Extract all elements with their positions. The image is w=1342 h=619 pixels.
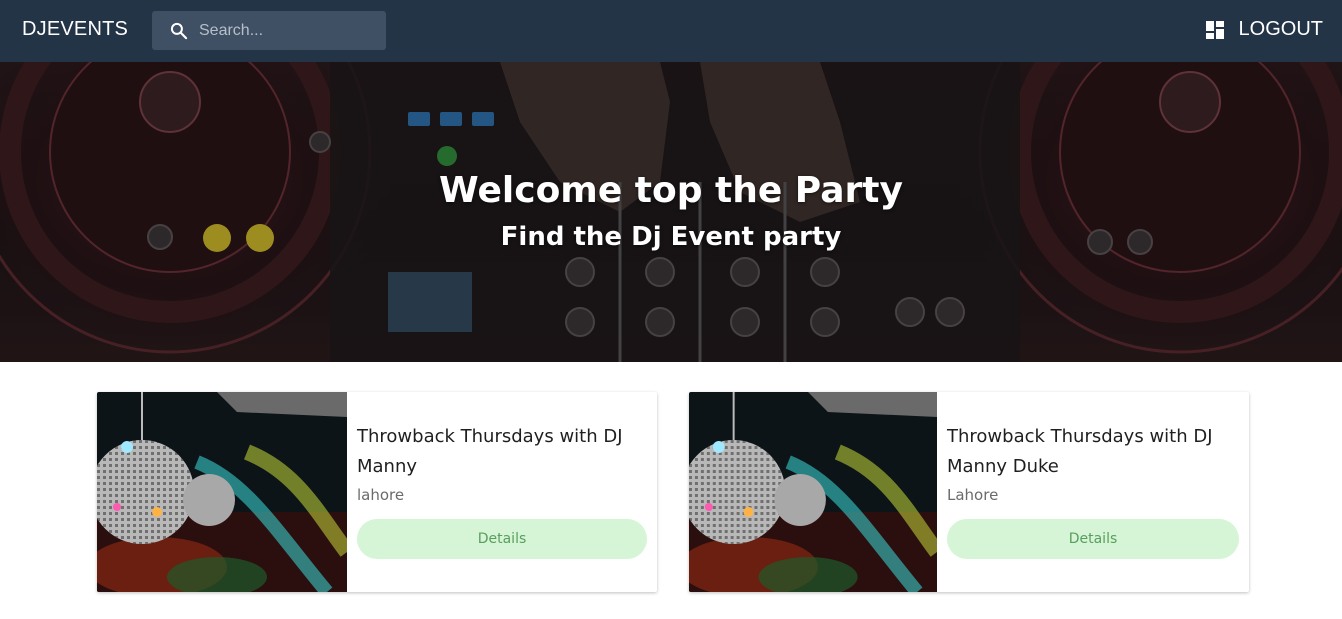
search-icon	[170, 22, 188, 40]
hero-banner: Welcome top the Party Find the Dj Event …	[0, 62, 1342, 362]
card-body: Throwback Thursdays with DJ Manny Duke L…	[947, 422, 1239, 504]
event-location: Lahore	[947, 486, 999, 504]
search-input[interactable]	[199, 11, 379, 50]
brand-logo[interactable]: DJEVENTS	[22, 18, 128, 41]
event-card: Throwback Thursdays with DJ Manny Duke L…	[689, 392, 1249, 592]
details-button[interactable]: Details	[357, 519, 647, 559]
details-button[interactable]: Details	[947, 519, 1239, 559]
hero-subtitle: Find the Dj Event party	[500, 222, 842, 252]
card-body: Throwback Thursdays with DJ Manny lahore	[357, 422, 647, 504]
event-image	[689, 392, 937, 592]
event-location: lahore	[357, 486, 405, 504]
event-image	[97, 392, 347, 592]
hero-overlay	[0, 62, 1342, 362]
hero-title: Welcome top the Party	[439, 170, 903, 211]
logout-button[interactable]: LOGOUT	[1205, 18, 1323, 41]
event-title[interactable]: Throwback Thursdays with DJ Manny	[357, 422, 647, 482]
event-card: Throwback Thursdays with DJ Manny lahore…	[97, 392, 657, 592]
search-box[interactable]	[152, 11, 386, 50]
navbar: DJEVENTS LOGOUT	[0, 0, 1342, 62]
dashboard-icon	[1205, 20, 1224, 39]
event-title[interactable]: Throwback Thursdays with DJ Manny Duke	[947, 422, 1239, 482]
logout-label: LOGOUT	[1238, 18, 1323, 40]
